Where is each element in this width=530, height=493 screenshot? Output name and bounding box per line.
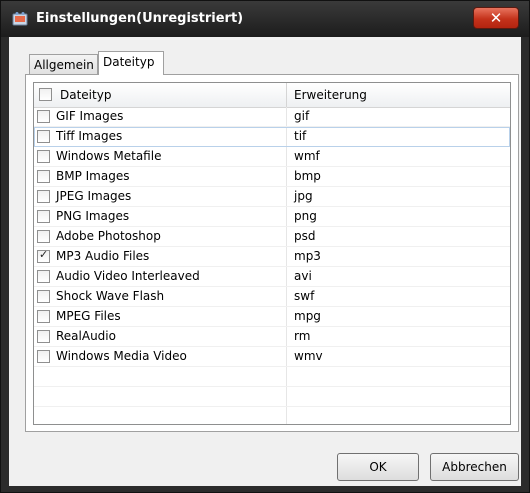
filetype-name: Adobe Photoshop <box>56 229 161 243</box>
filetype-extension: psd <box>294 229 316 243</box>
row-checkbox[interactable] <box>37 170 50 183</box>
list-item[interactable]: BMP Images bmp <box>34 167 510 187</box>
filetype-extension: png <box>294 209 317 223</box>
title-bar[interactable]: Einstellungen(Unregistriert) ✕ <box>1 1 529 37</box>
close-icon: ✕ <box>489 9 503 27</box>
row-checkbox[interactable] <box>37 330 50 343</box>
row-checkbox[interactable] <box>37 190 50 203</box>
empty-row <box>34 407 510 424</box>
filetype-name: GIF Images <box>56 109 124 123</box>
row-checkbox[interactable] <box>37 110 50 123</box>
filetype-list[interactable]: Dateityp Erweiterung GIF Images gif Tiff I… <box>33 82 511 425</box>
list-item[interactable]: Tiff Images tif <box>34 127 510 147</box>
list-item[interactable]: GIF Images gif <box>34 107 510 127</box>
row-checkbox[interactable] <box>37 150 50 163</box>
filetype-extension: swf <box>294 289 315 303</box>
row-checkbox[interactable] <box>37 310 50 323</box>
filetype-extension: wmf <box>294 149 320 163</box>
filetype-name: Audio Video Interleaved <box>56 269 200 283</box>
list-item[interactable]: Windows Media Video wmv <box>34 347 510 367</box>
filetype-name: MP3 Audio Files <box>56 249 150 263</box>
filetype-extension: jpg <box>294 189 313 203</box>
column-divider[interactable] <box>286 83 287 107</box>
list-item[interactable]: PNG Images png <box>34 207 510 227</box>
list-rows: GIF Images gif Tiff Images tif Windows Metaf… <box>34 107 510 424</box>
filetype-name: JPEG Images <box>56 189 132 203</box>
filetype-extension: tif <box>294 129 307 143</box>
list-item[interactable]: Windows Metafile wmf <box>34 147 510 167</box>
ok-button[interactable]: OK <box>337 453 419 481</box>
tab-allgemein[interactable]: Allgemein <box>29 54 98 75</box>
row-checkbox[interactable] <box>37 210 50 223</box>
filetype-extension: avi <box>294 269 312 283</box>
tab-dateityp[interactable]: Dateityp <box>98 51 164 75</box>
list-item[interactable]: Shock Wave Flash swf <box>34 287 510 307</box>
settings-dialog: Einstellungen(Unregistriert) ✕ Allgemein… <box>0 0 530 493</box>
list-item[interactable]: Audio Video Interleaved avi <box>34 267 510 287</box>
cancel-button[interactable]: Abbrechen <box>430 453 519 481</box>
filetype-name: Shock Wave Flash <box>56 289 165 303</box>
filetype-name: MPEG Files <box>56 309 121 323</box>
filetype-extension: wmv <box>294 349 323 363</box>
empty-row <box>34 387 510 407</box>
list-item[interactable]: Adobe Photoshop psd <box>34 227 510 247</box>
row-checkbox[interactable] <box>37 130 50 143</box>
filetype-extension: mp3 <box>294 249 321 263</box>
filetype-extension: bmp <box>294 169 321 183</box>
list-header: Dateityp Erweiterung <box>34 83 510 108</box>
column-header-filetype[interactable]: Dateityp <box>60 83 111 107</box>
filetype-name: RealAudio <box>56 329 116 343</box>
filetype-extension: gif <box>294 109 310 123</box>
list-item[interactable]: JPEG Images jpg <box>34 187 510 207</box>
dialog-client-area: Allgemein Dateityp Dateityp Erweiterung … <box>9 37 521 486</box>
row-checkbox[interactable] <box>37 248 50 263</box>
app-icon <box>12 12 28 26</box>
window-title: Einstellungen(Unregistriert) <box>36 11 244 26</box>
filetype-extension: rm <box>294 329 311 343</box>
column-header-extension[interactable]: Erweiterung <box>294 83 367 107</box>
filetype-name: Windows Media Video <box>56 349 187 363</box>
row-checkbox[interactable] <box>37 290 50 303</box>
filetype-name: Windows Metafile <box>56 149 162 163</box>
list-item[interactable]: RealAudio rm <box>34 327 510 347</box>
tab-panel-dateityp: Dateityp Erweiterung GIF Images gif Tiff I… <box>25 74 519 432</box>
row-checkbox[interactable] <box>37 270 50 283</box>
filetype-name: BMP Images <box>56 169 130 183</box>
close-button[interactable]: ✕ <box>473 7 519 29</box>
filetype-extension: mpg <box>294 309 321 323</box>
list-item[interactable]: MPEG Files mpg <box>34 307 510 327</box>
row-checkbox[interactable] <box>37 350 50 363</box>
filetype-name: Tiff Images <box>56 129 123 143</box>
filetype-name: PNG Images <box>56 209 130 223</box>
empty-row <box>34 367 510 387</box>
list-item[interactable]: MP3 Audio Files mp3 <box>34 247 510 267</box>
row-checkbox[interactable] <box>37 230 50 243</box>
select-all-checkbox[interactable] <box>39 88 52 101</box>
